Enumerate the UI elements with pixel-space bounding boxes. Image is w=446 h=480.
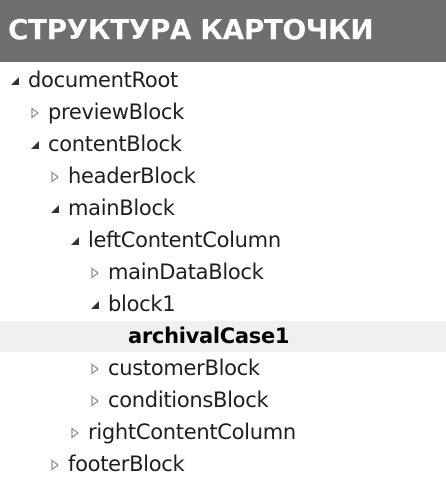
tree-node-block1[interactable]: block1: [0, 289, 446, 320]
tree-node-label: leftContentColumn: [88, 228, 281, 252]
tree-node-label: customerBlock: [108, 356, 260, 380]
panel-header: СТРУКТУРА КАРТОЧКИ: [0, 0, 446, 62]
tree-node-documentRoot[interactable]: documentRoot: [0, 65, 446, 96]
collapsed-triangle-icon[interactable]: [86, 257, 104, 288]
tree-node-footerBlock[interactable]: footerBlock: [0, 449, 446, 480]
card-structure-panel: СТРУКТУРА КАРТОЧКИ documentRoot previewBl…: [0, 0, 446, 479]
tree-node-label: rightContentColumn: [88, 420, 296, 444]
collapsed-triangle-icon[interactable]: [86, 353, 104, 384]
panel-title: СТРУКТУРА КАРТОЧКИ: [8, 13, 374, 46]
tree-node-rightContentColumn[interactable]: rightContentColumn: [0, 417, 446, 448]
tree-node-label: documentRoot: [28, 68, 178, 92]
tree-node-mainDataBlock[interactable]: mainDataBlock: [0, 257, 446, 288]
tree-node-label: conditionsBlock: [108, 388, 269, 412]
tree-node-label: archivalCase1: [128, 324, 290, 348]
collapsed-triangle-icon[interactable]: [46, 449, 64, 480]
tree-node-mainBlock[interactable]: mainBlock: [0, 193, 446, 224]
tree-node-label: footerBlock: [68, 452, 185, 476]
expanded-triangle-icon[interactable]: [66, 225, 84, 256]
tree-node-leftContentColumn[interactable]: leftContentColumn: [0, 225, 446, 256]
collapsed-triangle-icon[interactable]: [86, 385, 104, 416]
tree-node-label: previewBlock: [48, 100, 184, 124]
collapsed-triangle-icon[interactable]: [26, 97, 44, 128]
collapsed-triangle-icon[interactable]: [66, 417, 84, 448]
tree-node-headerBlock[interactable]: headerBlock: [0, 161, 446, 192]
tree-node-archivalCase1[interactable]: archivalCase1: [0, 321, 446, 352]
tree-node-contentBlock[interactable]: contentBlock: [0, 129, 446, 160]
tree-node-label: mainBlock: [68, 196, 175, 220]
expanded-triangle-icon[interactable]: [46, 193, 64, 224]
tree-node-label: headerBlock: [68, 164, 196, 188]
expanded-triangle-icon[interactable]: [6, 65, 24, 96]
expanded-triangle-icon[interactable]: [86, 289, 104, 320]
tree-node-label: mainDataBlock: [108, 260, 264, 284]
tree-node-label: contentBlock: [48, 132, 182, 156]
tree-node-conditionsBlock[interactable]: conditionsBlock: [0, 385, 446, 416]
tree-node-customerBlock[interactable]: customerBlock: [0, 353, 446, 384]
tree-node-previewBlock[interactable]: previewBlock: [0, 97, 446, 128]
tree-node-label: block1: [108, 292, 176, 316]
expanded-triangle-icon[interactable]: [26, 129, 44, 160]
collapsed-triangle-icon[interactable]: [46, 161, 64, 192]
